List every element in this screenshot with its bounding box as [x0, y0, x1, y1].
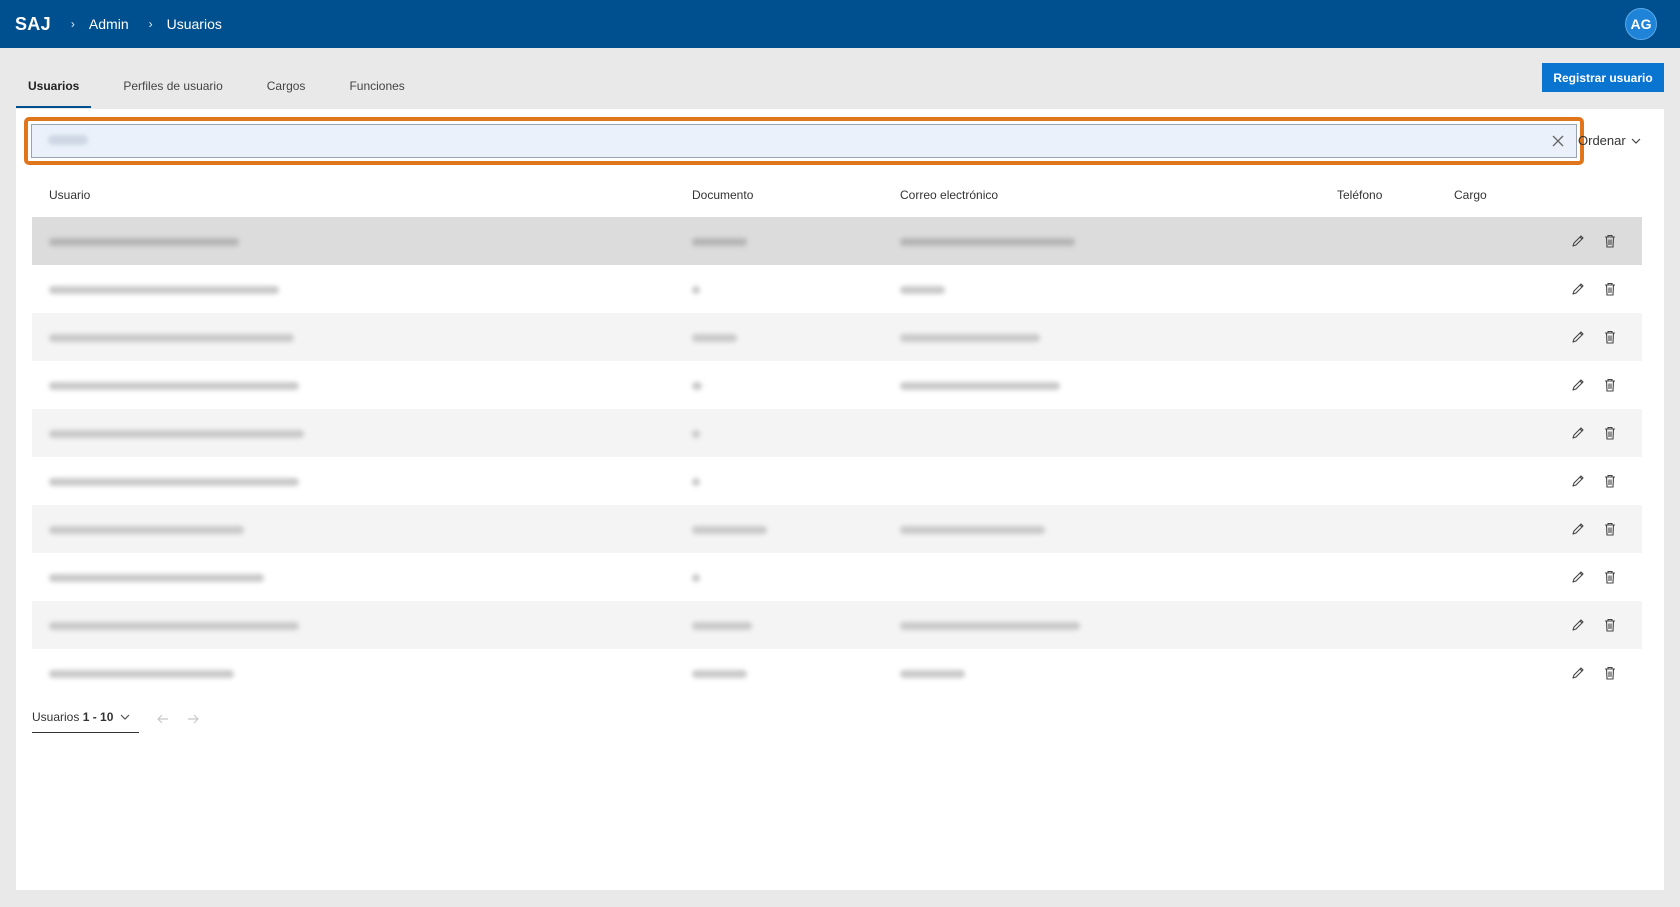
users-panel: Ordenar Usuario Documento Correo electró…	[16, 109, 1664, 890]
tab-cargos[interactable]: Cargos	[255, 74, 318, 108]
edit-pencil-icon[interactable]	[1570, 569, 1586, 585]
breadcrumb-usuarios: Usuarios	[166, 16, 222, 32]
cell-correo-redacted	[900, 334, 1040, 342]
cell-usuario-redacted	[49, 334, 294, 342]
trash-icon[interactable]	[1602, 665, 1618, 681]
cell-correo-redacted	[900, 382, 1060, 390]
table-row[interactable]	[32, 217, 1642, 265]
pagination-label: Usuarios 1 - 10	[32, 710, 114, 724]
tab-usuarios[interactable]: Usuarios	[16, 74, 92, 108]
cell-documento-redacted	[692, 526, 767, 534]
table-row[interactable]	[32, 601, 1642, 649]
cell-documento-redacted	[692, 238, 747, 246]
trash-icon[interactable]	[1602, 617, 1618, 633]
table-row[interactable]	[32, 265, 1642, 313]
cell-usuario-redacted	[49, 286, 279, 294]
user-avatar[interactable]: AG	[1625, 8, 1657, 40]
edit-pencil-icon[interactable]	[1570, 329, 1586, 345]
cell-documento-redacted	[692, 478, 700, 486]
trash-icon[interactable]	[1602, 377, 1618, 393]
column-header-documento[interactable]: Documento	[692, 188, 753, 202]
column-header-correo[interactable]: Correo electrónico	[900, 188, 998, 202]
cell-correo-redacted	[900, 238, 1075, 246]
cell-correo-redacted	[900, 526, 1045, 534]
top-navigation-bar: SAJ › Admin › Usuarios AG	[0, 0, 1680, 48]
arrow-right-icon[interactable]	[185, 711, 201, 727]
cell-usuario-redacted	[49, 670, 234, 678]
edit-pencil-icon[interactable]	[1570, 617, 1586, 633]
table-row[interactable]	[32, 649, 1642, 697]
chevron-right-icon: ›	[148, 17, 153, 31]
chevron-down-icon	[1631, 138, 1641, 144]
search-highlight-frame	[24, 117, 1584, 165]
table-row[interactable]	[32, 457, 1642, 505]
trash-icon[interactable]	[1602, 473, 1618, 489]
cell-usuario-redacted	[49, 574, 264, 582]
table-row[interactable]	[32, 505, 1642, 553]
trash-icon[interactable]	[1602, 281, 1618, 297]
edit-pencil-icon[interactable]	[1570, 521, 1586, 537]
trash-icon[interactable]	[1602, 521, 1618, 537]
page-size-selector[interactable]: Usuarios 1 - 10	[32, 704, 139, 733]
tab-funciones[interactable]: Funciones	[337, 74, 416, 108]
pagination-range: 1 - 10	[82, 710, 114, 724]
cell-documento-redacted	[692, 334, 737, 342]
edit-pencil-icon[interactable]	[1570, 473, 1586, 489]
table-row[interactable]	[32, 409, 1642, 457]
pagination: Usuarios 1 - 10	[32, 704, 201, 733]
cell-correo-redacted	[900, 622, 1080, 630]
cell-usuario-redacted	[49, 430, 304, 438]
column-header-usuario[interactable]: Usuario	[49, 188, 90, 202]
cell-documento-redacted	[692, 286, 700, 294]
cell-correo-redacted	[900, 286, 945, 294]
cell-documento-redacted	[692, 382, 702, 390]
edit-pencil-icon[interactable]	[1570, 377, 1586, 393]
search-redacted-text	[48, 135, 88, 145]
chevron-down-icon	[120, 714, 130, 720]
cell-documento-redacted	[692, 574, 700, 582]
table-row[interactable]	[32, 361, 1642, 409]
table-row[interactable]	[32, 313, 1642, 361]
close-icon[interactable]	[1550, 133, 1566, 149]
cell-usuario-redacted	[49, 622, 299, 630]
column-header-telefono[interactable]: Teléfono	[1337, 188, 1382, 202]
cell-documento-redacted	[692, 622, 752, 630]
sort-dropdown[interactable]: Ordenar	[1578, 133, 1642, 148]
tab-perfiles-de-usuario[interactable]: Perfiles de usuario	[111, 74, 234, 108]
trash-icon[interactable]	[1602, 569, 1618, 585]
users-table-body	[32, 217, 1642, 697]
chevron-right-icon: ›	[70, 17, 75, 31]
cell-usuario-redacted	[49, 526, 244, 534]
cell-correo-redacted	[900, 670, 965, 678]
sort-label: Ordenar	[1578, 133, 1626, 148]
cell-documento-redacted	[692, 430, 700, 438]
register-user-button[interactable]: Registrar usuario	[1542, 63, 1664, 92]
edit-pencil-icon[interactable]	[1570, 281, 1586, 297]
edit-pencil-icon[interactable]	[1570, 665, 1586, 681]
table-row[interactable]	[32, 553, 1642, 601]
search-input[interactable]	[31, 124, 1577, 158]
tab-bar: Usuarios Perfiles de usuario Cargos Func…	[16, 74, 437, 108]
cell-usuario-redacted	[49, 382, 299, 390]
edit-pencil-icon[interactable]	[1570, 233, 1586, 249]
breadcrumb-admin[interactable]: Admin	[89, 16, 129, 32]
edit-pencil-icon[interactable]	[1570, 425, 1586, 441]
cell-usuario-redacted	[49, 238, 239, 246]
arrow-left-icon[interactable]	[155, 711, 171, 727]
cell-usuario-redacted	[49, 478, 299, 486]
brand-logo[interactable]: SAJ	[15, 14, 51, 35]
table-header: Usuario Documento Correo electrónico Tel…	[32, 188, 1642, 208]
trash-icon[interactable]	[1602, 425, 1618, 441]
column-header-cargo[interactable]: Cargo	[1454, 188, 1487, 202]
cell-documento-redacted	[692, 670, 747, 678]
trash-icon[interactable]	[1602, 233, 1618, 249]
trash-icon[interactable]	[1602, 329, 1618, 345]
